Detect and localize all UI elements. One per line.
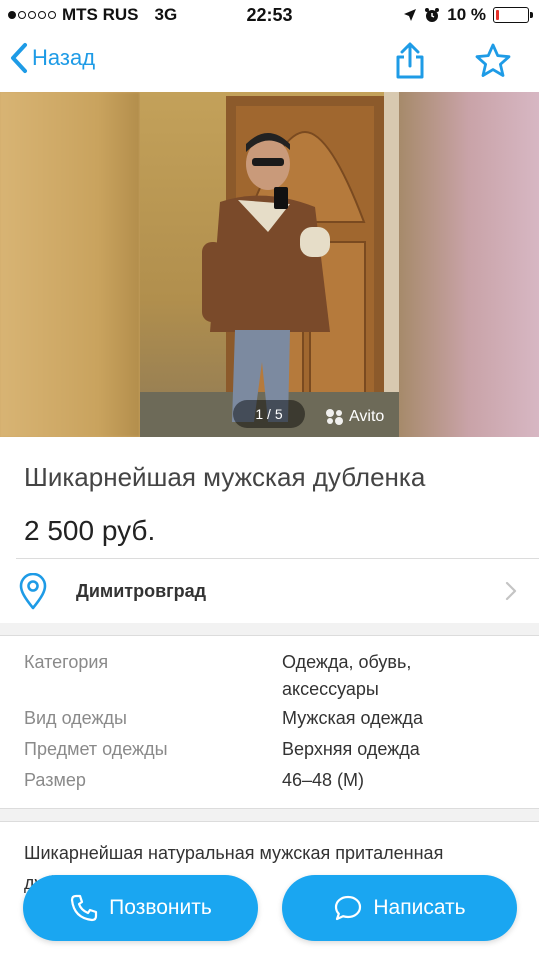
battery-percent: 10 % [447,5,486,24]
section-separator [0,623,539,635]
param-label-clothing-item: Предмет одежды [24,739,168,759]
location-arrow-icon [404,9,417,21]
write-message-button[interactable]: Написать [282,875,517,941]
location-row[interactable]: Димитровград [0,559,539,623]
chevron-right-icon [505,581,517,601]
param-value-clothing-type: Мужская одежда [282,708,423,728]
photo-background-right [399,92,539,437]
section-separator [0,809,539,821]
listing-photo [140,92,399,437]
write-label: Написать [373,896,466,919]
chevron-left-icon [11,43,27,73]
back-button[interactable]: Назад [10,42,95,74]
avito-logo-icon [326,409,343,425]
share-button[interactable] [390,42,430,85]
favorite-button[interactable] [474,42,512,85]
avito-watermark: Avito [325,408,384,426]
photo-pager: 1 / 5 [233,400,305,428]
map-pin-icon [19,573,47,610]
listing-title: Шикарнейшая мужская дубленка [24,462,426,492]
battery-icon [493,7,533,23]
status-right: 10 % [403,5,533,25]
location-name: Димитровград [76,581,207,601]
param-label-category: Категория [24,652,109,672]
back-label: Назад [32,45,96,70]
param-label-size: Размер [24,770,86,790]
divider [0,821,539,822]
avito-watermark-text: Avito [349,408,385,425]
status-bar: MTS RUS 3G 22:53 10 % [0,0,539,30]
call-label: Позвонить [109,896,212,919]
nav-bar: Назад [0,30,539,92]
param-value-size: 46–48 (M) [282,770,365,790]
params-section: Категория Одежда, обувь, аксессуары Вид … [0,636,539,808]
call-button[interactable]: Позвонить [23,875,258,941]
photo-carousel[interactable]: 1 / 5 Avito [0,92,539,437]
param-label-clothing-type: Вид одежды [24,708,127,728]
alarm-clock-icon [425,8,440,22]
photo-scene [140,92,399,437]
param-value-category: Одежда, обувь, [282,652,412,672]
photo-background-left [0,92,140,437]
share-icon [396,42,424,79]
chat-bubble-icon [335,895,362,921]
param-value-clothing-item: Верхняя одежда [282,739,420,759]
param-value-category-2: аксессуары [282,679,379,699]
battery-fill [496,10,499,20]
description-line: Шикарнейшая натуральная мужская притален… [24,843,444,863]
listing-price: 2 500 руб. [24,515,156,546]
phone-icon [71,894,98,922]
star-icon [475,43,511,77]
